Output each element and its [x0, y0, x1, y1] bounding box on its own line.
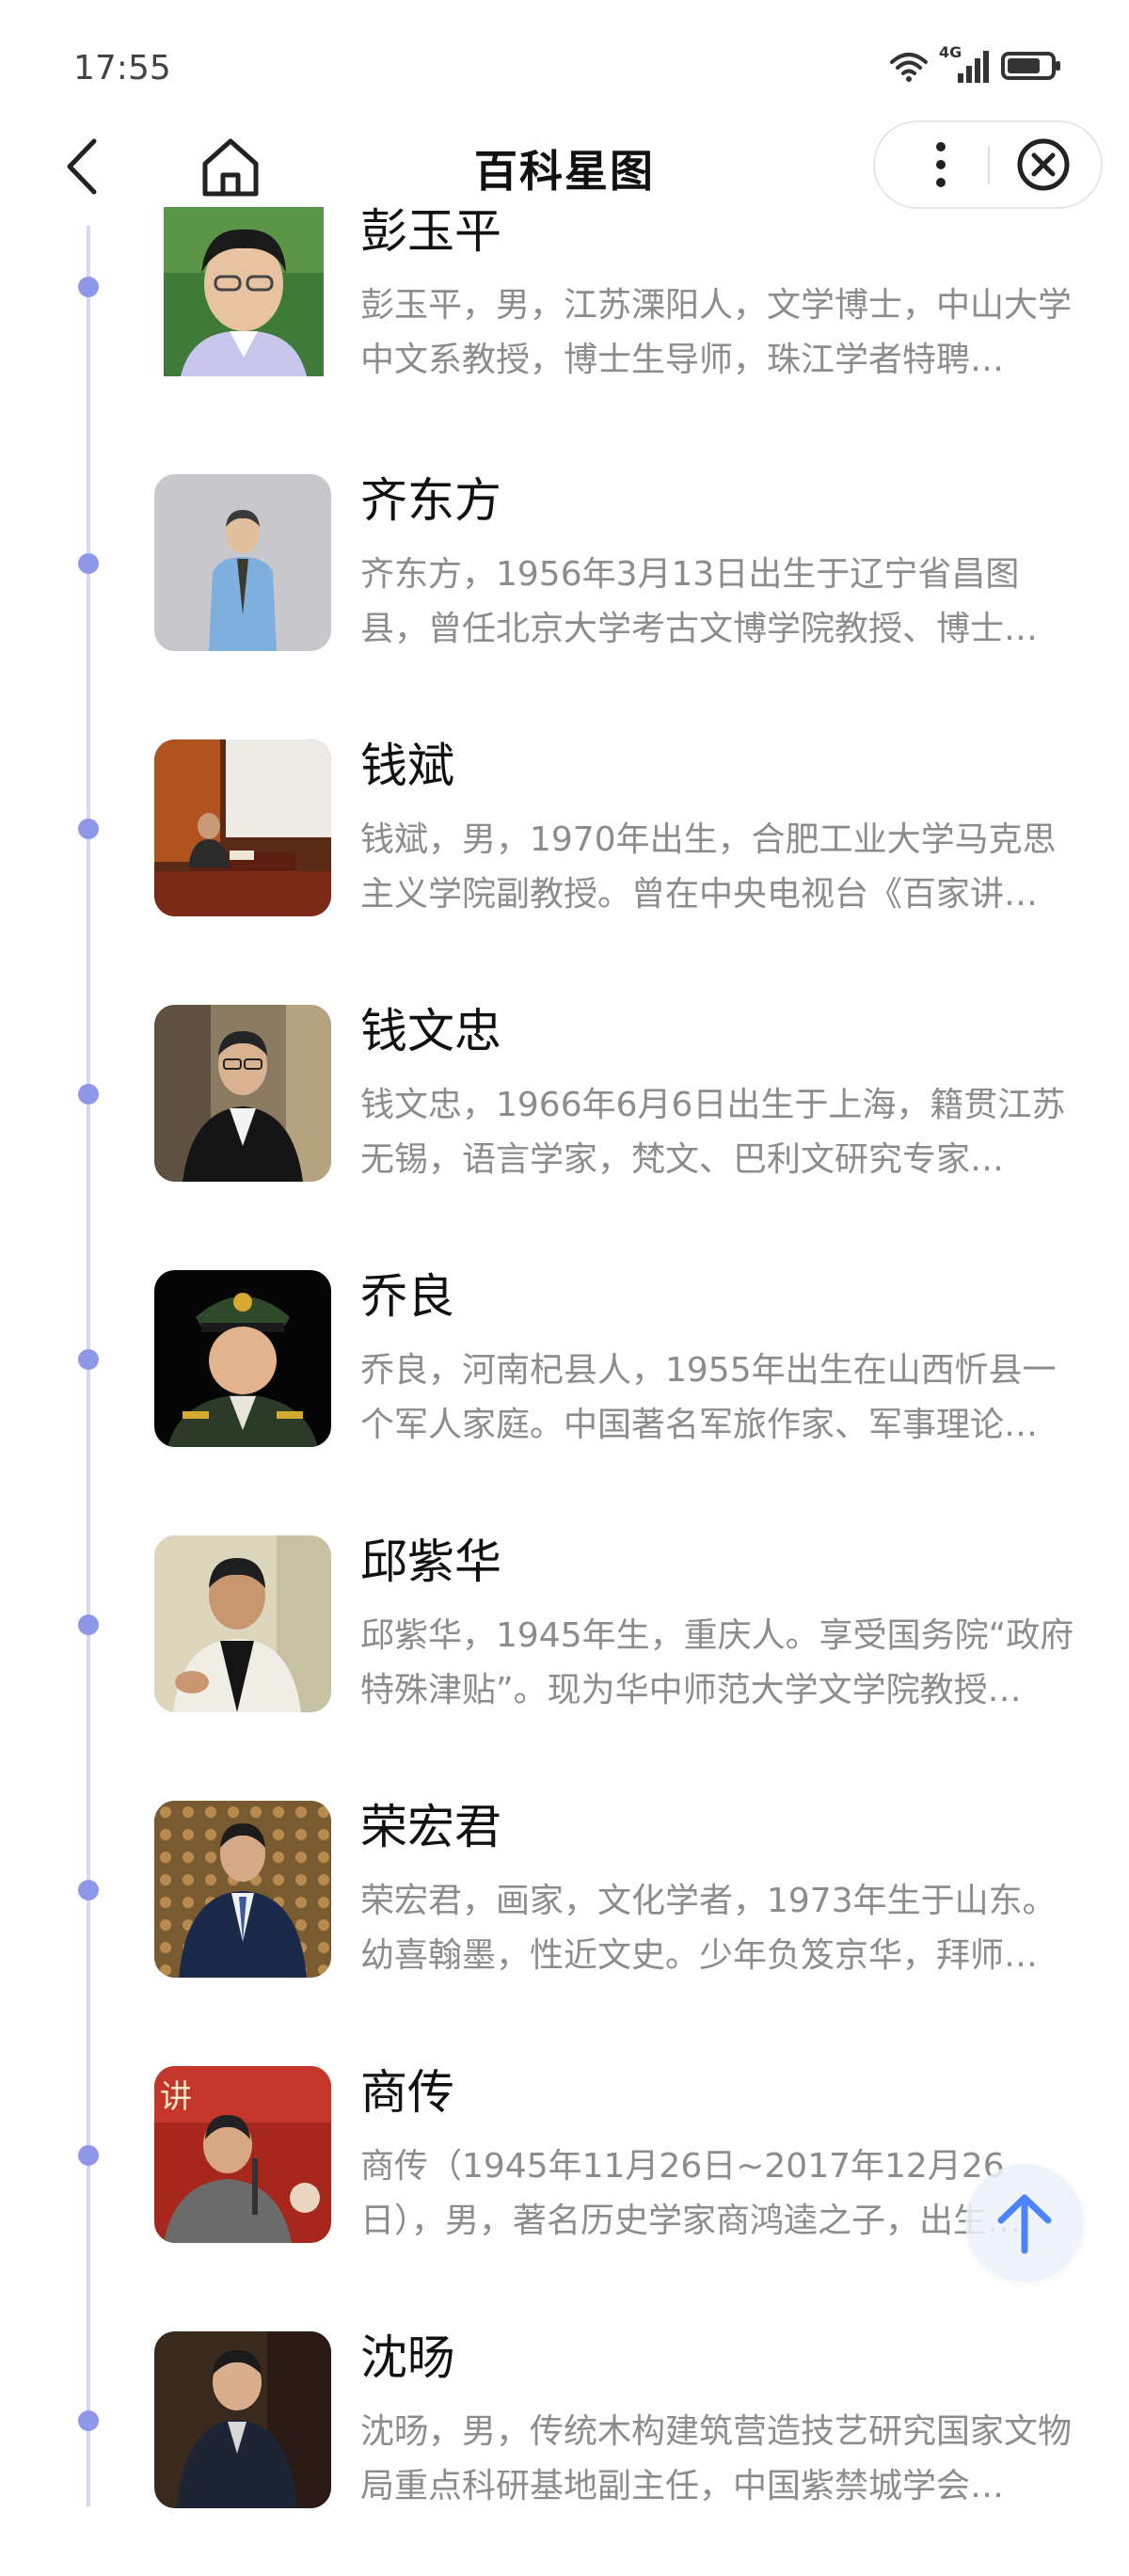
avatar [154, 1270, 331, 1447]
list-item[interactable]: 沈旸 沈旸，男，传统木构建筑营造技艺研究国家文物局重点科研基地副主任，中国紫禁城… [0, 2311, 1129, 2576]
list-item[interactable]: 邱紫华 邱紫华，1945年生，重庆人。享受国务院“政府特殊津贴”。现为华中师范大… [0, 1515, 1129, 1780]
person-name: 沈旸 [360, 2330, 454, 2385]
person-name: 乔良 [360, 1269, 454, 1324]
scroll-to-top-button[interactable] [965, 2164, 1084, 2282]
person-name: 邱紫华 [360, 1534, 501, 1589]
timeline-dot [78, 2410, 99, 2431]
timeline-dot [78, 1880, 99, 1900]
list-item[interactable]: 荣宏君 荣宏君，画家，文化学者，1973年生于山东。幼喜翰墨，性近文史。少年负笈… [0, 1780, 1129, 2045]
avatar [154, 739, 331, 916]
timeline-dot [78, 1084, 99, 1105]
person-name: 齐东方 [360, 473, 501, 528]
avatar [154, 2331, 331, 2508]
person-description: 齐东方，1956年3月13日出生于辽宁省昌图县，曾任北京大学考古文博学院教授、博… [360, 555, 1039, 648]
person-description: 荣宏君，画家，文化学者，1973年生于山东。幼喜翰墨，性近文史。少年负笈京华，拜… [360, 1882, 1057, 1975]
person-description: 沈旸，男，传统木构建筑营造技艺研究国家文物局重点科研基地副主任，中国紫禁城学会… [360, 2412, 1073, 2505]
timeline-dot [78, 1349, 99, 1370]
avatar [154, 1005, 331, 1182]
timeline-dot [78, 277, 99, 297]
avatar [154, 1801, 331, 1978]
status-bar: 17:55 4G [0, 0, 1129, 132]
timeline-dot [78, 1614, 99, 1635]
list-item[interactable]: 彭玉平 彭玉平，男，江苏溧阳人，文学博士，中山大学中文系教授，博士生导师，珠江学… [0, 188, 1129, 453]
person-name: 彭玉平 [360, 204, 501, 259]
avatar [164, 207, 324, 376]
close-icon[interactable] [1014, 135, 1073, 194]
person-name: 荣宏君 [360, 1800, 501, 1854]
timeline-dot [78, 819, 99, 839]
avatar: 讲 [154, 2066, 331, 2243]
person-name: 商传 [360, 2065, 454, 2120]
list-item[interactable]: 齐东方 齐东方，1956年3月13日出生于辽宁省昌图县，曾任北京大学考古文博学院… [0, 453, 1129, 719]
person-description: 钱文忠，1966年6月6日出生于上海，籍贯江苏无锡，语言学家，梵文、巴利文研究专… [360, 1086, 1066, 1179]
person-name: 钱斌 [360, 739, 454, 793]
person-description: 彭玉平，男，江苏溧阳人，文学博士，中山大学中文系教授，博士生导师，珠江学者特聘… [360, 286, 1073, 379]
list-item[interactable]: 乔良 乔良，河南杞县人，1955年出生在山西忻县一个军人家庭。中国著名军旅作家、… [0, 1249, 1129, 1515]
list-item[interactable]: 讲 商传 商传（1945年11月26日~2017年12月26日），男，著名历史学… [0, 2045, 1129, 2311]
signal-icon: 4G [939, 43, 992, 85]
person-description: 乔良，河南杞县人，1955年出生在山西忻县一个军人家庭。中国著名军旅作家、军事理… [360, 1351, 1057, 1444]
arrow-up-icon [997, 2194, 1052, 2254]
status-time: 17:55 [73, 49, 171, 87]
more-icon[interactable] [913, 135, 969, 194]
list-item[interactable]: 钱斌 钱斌，男，1970年出生，合肥工业大学马克思主义学院副教授。曾在中央电视台… [0, 719, 1129, 984]
status-icons: 4G [888, 43, 1060, 85]
battery-icon [1001, 52, 1060, 80]
list-item[interactable]: 钱文忠 钱文忠，1966年6月6日出生于上海，籍贯江苏无锡，语言学家，梵文、巴利… [0, 984, 1129, 1249]
timeline-dot [78, 2145, 99, 2166]
person-name: 钱文忠 [360, 1004, 501, 1058]
person-description: 邱紫华，1945年生，重庆人。享受国务院“政府特殊津贴”。现为华中师范大学文学院… [360, 1616, 1074, 1709]
avatar [154, 474, 331, 651]
svg-text:讲: 讲 [160, 2078, 192, 2116]
person-description: 钱斌，男，1970年出生，合肥工业大学马克思主义学院副教授。曾在中央电视台《百家… [360, 820, 1057, 914]
network-type: 4G [939, 43, 962, 61]
capsule-divider [988, 147, 990, 184]
wifi-icon [890, 53, 928, 82]
avatar [154, 1535, 331, 1712]
timeline-dot [78, 553, 99, 574]
